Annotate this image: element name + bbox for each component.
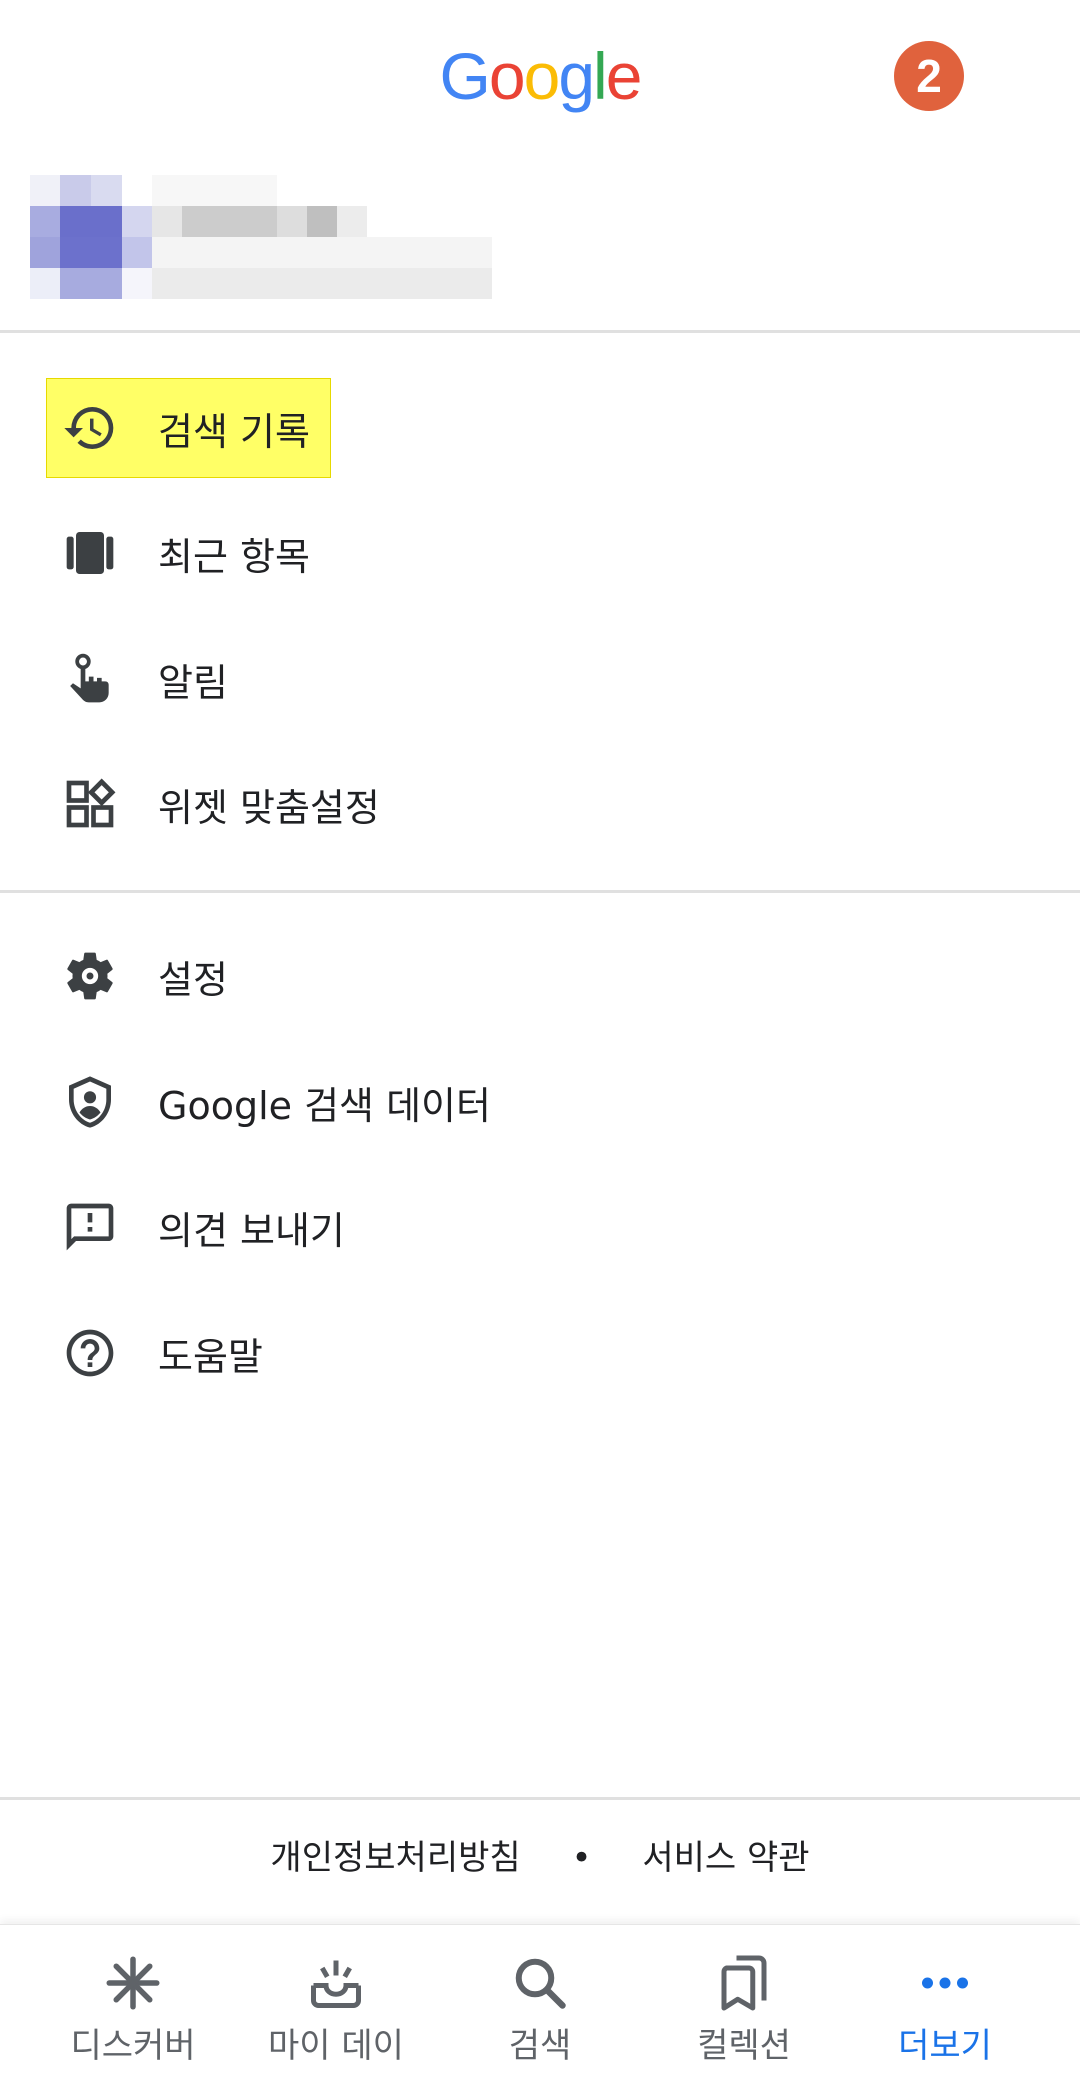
nav-label: 검색 [508, 2026, 572, 2066]
menu-item-label: 검색 기록 [158, 409, 310, 454]
nav-label: 디스커버 [70, 2026, 196, 2066]
shield-account-icon [69, 1076, 111, 1128]
inbox-sparkle-icon [311, 1960, 361, 2008]
logo-letter: o [488, 39, 526, 113]
logo-letter: g [558, 39, 595, 113]
menu-divider [0, 890, 1080, 893]
nav-collections[interactable]: 컬렉션 [636, 1925, 852, 2080]
menu-item-search-data[interactable]: Google 검색 데이터 [0, 1047, 1080, 1157]
account-avatar-blurred[interactable] [30, 175, 500, 300]
menu-item-reminders[interactable]: 알림 [0, 624, 1080, 734]
nav-more[interactable]: 더보기 [837, 1925, 1053, 2080]
nav-label: 더보기 [898, 2026, 992, 2066]
menu-item-feedback[interactable]: 의견 보내기 [0, 1172, 1080, 1282]
asterisk-icon [106, 1956, 160, 2010]
gear-icon [67, 952, 113, 1000]
search-icon [515, 1958, 566, 2009]
nav-label: 마이 데이 [268, 2026, 404, 2066]
more-dots-icon [922, 1977, 968, 1989]
help-circle-icon [66, 1329, 114, 1377]
terms-of-service-link[interactable]: 서비스 약관 [642, 1838, 809, 1878]
reminder-hand-icon [70, 653, 109, 703]
history-icon [64, 407, 114, 450]
widgets-icon [66, 778, 116, 828]
header-divider [0, 330, 1080, 333]
nav-my-day[interactable]: 마이 데이 [228, 1925, 444, 2080]
logo-letter: o [523, 39, 561, 113]
menu-item-label: 설정 [158, 957, 228, 1002]
menu-item-label: 알림 [158, 660, 228, 705]
recent-cards-icon [66, 532, 114, 574]
footer-divider [0, 1797, 1080, 1800]
menu-item-settings[interactable]: 설정 [0, 921, 1080, 1031]
bottom-navigation: 디스커버 마이 데이 검색 컬렉션 더보기 [0, 1924, 1080, 2080]
menu-item-label: 최근 항목 [158, 534, 310, 579]
logo-letter: e [605, 39, 643, 113]
nav-discover[interactable]: 디스커버 [25, 1925, 241, 2080]
bookmarks-icon [721, 1955, 767, 2011]
notification-badge[interactable]: 2 [894, 41, 964, 111]
footer-links: 개인정보처리방침 • 서비스 약관 [0, 1830, 1080, 1879]
menu-item-label: Google 검색 데이터 [158, 1083, 491, 1128]
nav-search[interactable]: 검색 [432, 1925, 648, 2080]
menu-item-label: 도움말 [158, 1334, 263, 1379]
menu-item-search-history[interactable]: 검색 기록 [0, 373, 1080, 483]
feedback-icon [66, 1203, 114, 1251]
menu-item-help[interactable]: 도움말 [0, 1298, 1080, 1408]
privacy-policy-link[interactable]: 개인정보처리방침 [270, 1838, 520, 1878]
logo-letter: G [439, 39, 491, 113]
menu-item-widgets[interactable]: 위젯 맞춤설정 [0, 749, 1080, 859]
logo-letter: l [593, 39, 608, 113]
footer-separator: • [571, 1838, 592, 1878]
menu-item-recent[interactable]: 최근 항목 [0, 498, 1080, 608]
menu-item-label: 위젯 맞춤설정 [158, 785, 380, 830]
menu-item-label: 의견 보내기 [158, 1208, 345, 1253]
nav-label: 컬렉션 [697, 2026, 791, 2066]
